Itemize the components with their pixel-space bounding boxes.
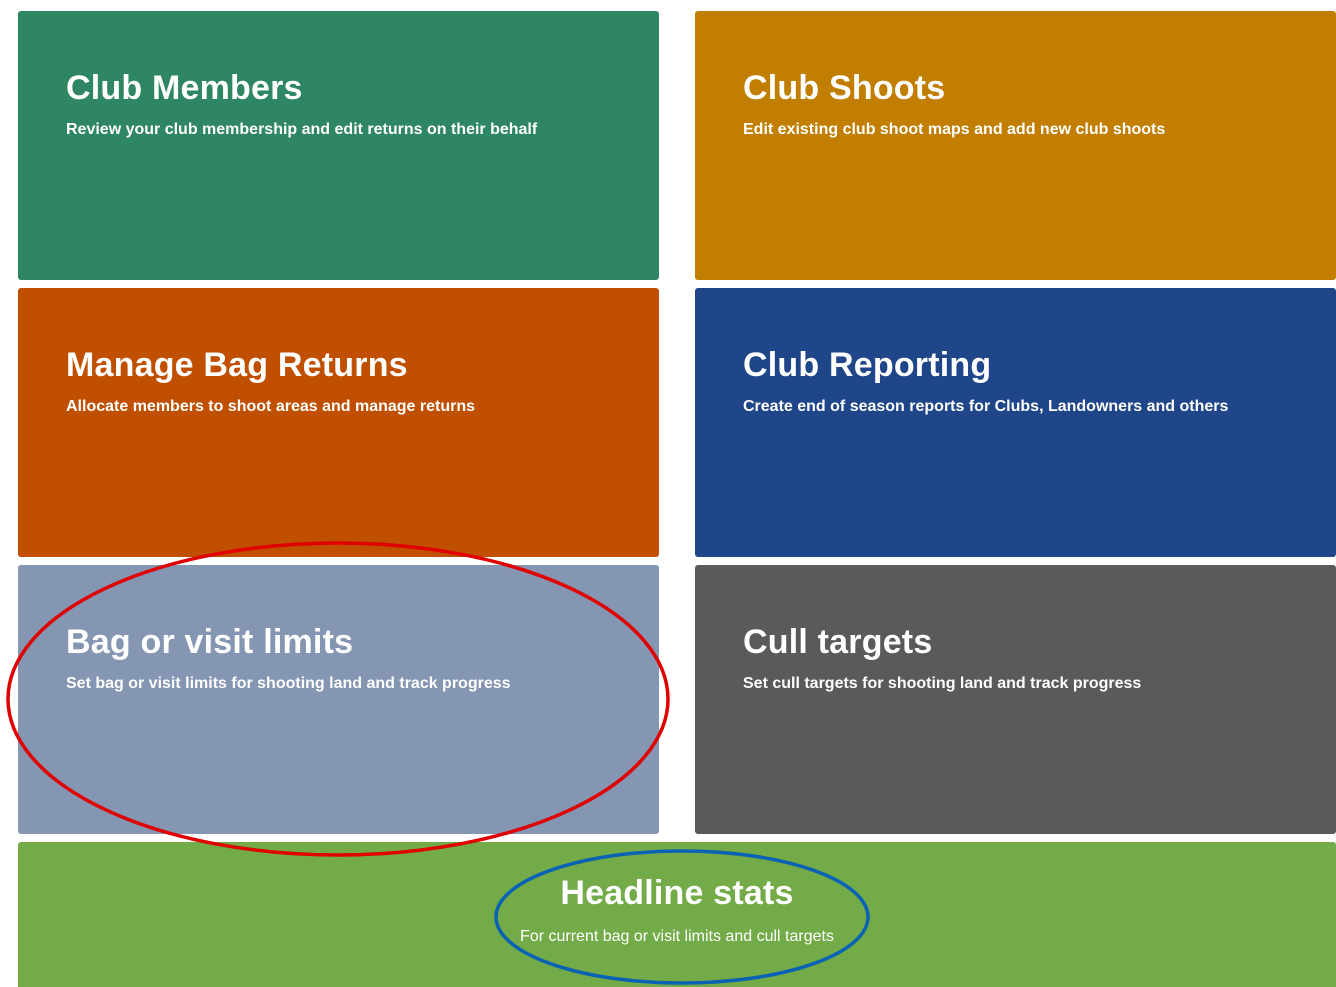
club-shoots-tile[interactable]: Club Shoots Edit existing club shoot map… xyxy=(695,11,1336,280)
club-members-description: Review your club membership and edit ret… xyxy=(66,121,538,138)
cull-targets-title: Cull targets xyxy=(743,623,933,661)
club-reporting-description: Create end of season reports for Clubs, … xyxy=(743,398,1229,415)
bag-or-visit-limits-title: Bag or visit limits xyxy=(66,623,354,661)
cull-targets-description: Set cull targets for shooting land and t… xyxy=(743,675,1142,692)
dashboard-page: Club Members Review your club membership… xyxy=(0,0,1336,987)
manage-bag-returns-description: Allocate members to shoot areas and mana… xyxy=(66,398,476,415)
manage-bag-returns-tile[interactable]: Manage Bag Returns Allocate members to s… xyxy=(18,288,659,557)
club-shoots-title: Club Shoots xyxy=(743,69,946,107)
club-reporting-title: Club Reporting xyxy=(743,346,992,384)
cull-targets-tile[interactable]: Cull targets Set cull targets for shooti… xyxy=(695,565,1336,834)
club-members-title: Club Members xyxy=(66,69,303,107)
headline-stats-tile[interactable]: Headline stats For current bag or visit … xyxy=(18,842,1336,987)
headline-stats-description: For current bag or visit limits and cull… xyxy=(520,928,834,945)
headline-stats-title: Headline stats xyxy=(560,874,794,912)
club-reporting-tile[interactable]: Club Reporting Create end of season repo… xyxy=(695,288,1336,557)
bag-or-visit-limits-tile[interactable]: Bag or visit limits Set bag or visit lim… xyxy=(18,565,659,834)
club-members-tile[interactable]: Club Members Review your club membership… xyxy=(18,11,659,280)
bag-or-visit-limits-description: Set bag or visit limits for shooting lan… xyxy=(66,675,511,692)
club-shoots-description: Edit existing club shoot maps and add ne… xyxy=(743,121,1166,138)
manage-bag-returns-title: Manage Bag Returns xyxy=(66,346,408,384)
